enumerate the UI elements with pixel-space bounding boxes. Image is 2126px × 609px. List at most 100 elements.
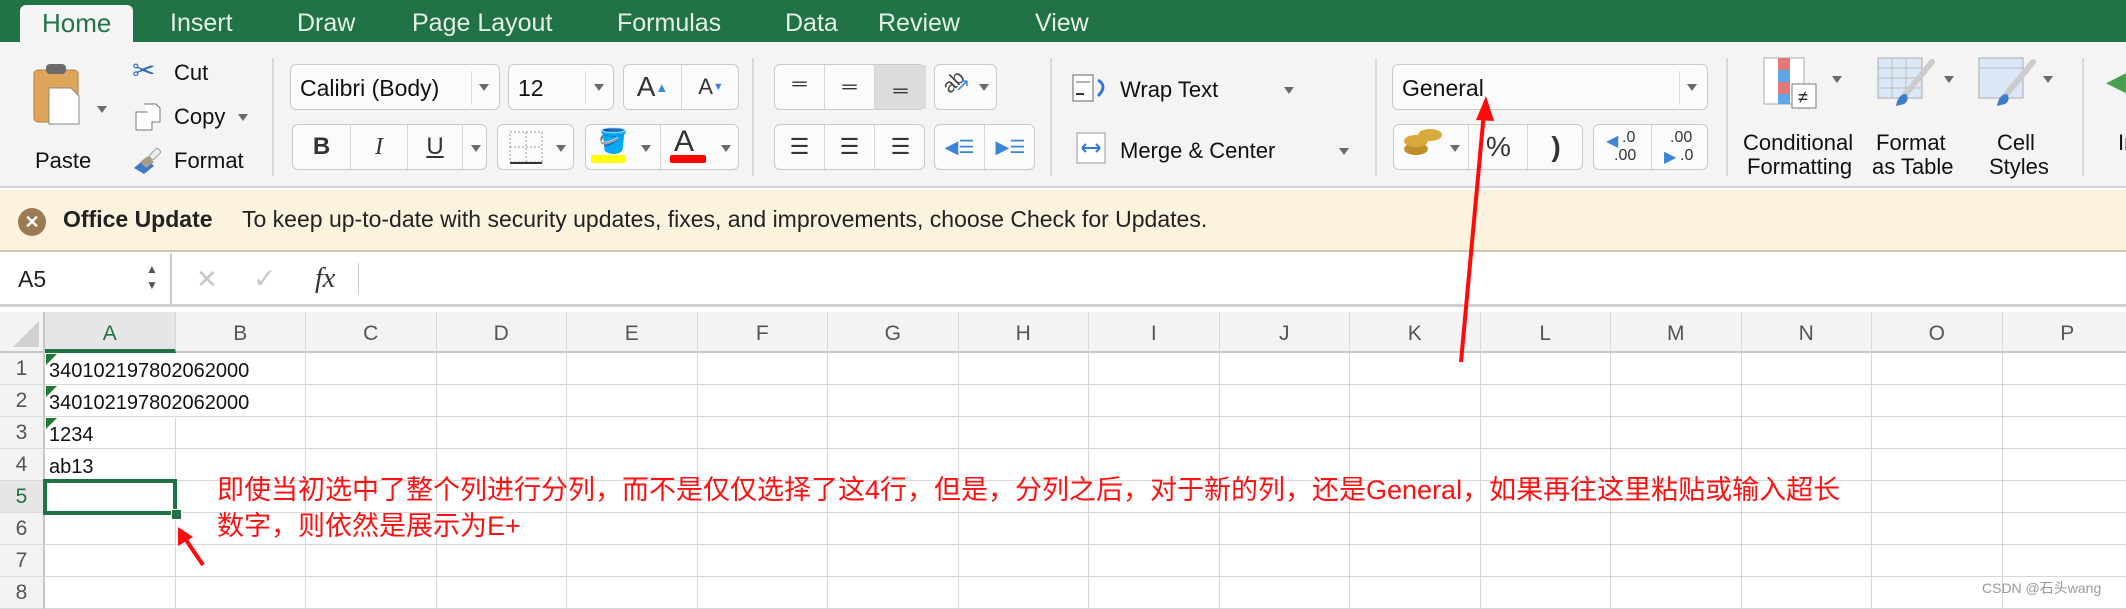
name-box-stepper-icon[interactable]: ▲▼ <box>146 261 158 293</box>
cell-h6[interactable] <box>959 513 1090 545</box>
cell-m6[interactable] <box>1611 513 1742 545</box>
cell-a1[interactable]: 340102197802062000 <box>45 353 176 385</box>
copy-button[interactable]: Copy <box>130 102 260 132</box>
cell-c2[interactable] <box>306 385 437 417</box>
cell-i6[interactable] <box>1089 513 1220 545</box>
cell-f2[interactable] <box>698 385 829 417</box>
text-number-warning-icon[interactable] <box>46 418 57 429</box>
cell-f7[interactable] <box>698 545 829 577</box>
column-header-m[interactable]: M <box>1611 312 1742 353</box>
percent-style-button[interactable]: % <box>1470 125 1528 169</box>
cell-e2[interactable] <box>567 385 698 417</box>
comma-style-button[interactable]: ) <box>1528 125 1584 169</box>
cell-p3[interactable] <box>2003 417 2126 449</box>
copy-dropdown-icon[interactable] <box>238 114 248 121</box>
align-left-button[interactable]: ☰ <box>775 125 825 169</box>
decrease-font-size-button[interactable]: A▼ <box>682 65 740 109</box>
row-header-2[interactable]: 2 <box>0 385 45 417</box>
cell-o5[interactable] <box>1872 481 2003 513</box>
cell-m1[interactable] <box>1611 353 1742 385</box>
cell-h2[interactable] <box>959 385 1090 417</box>
cell-l7[interactable] <box>1481 545 1612 577</box>
tab-draw[interactable]: Draw <box>297 0 355 42</box>
paste-button[interactable]: Paste <box>25 58 110 168</box>
font-size-select[interactable]: 12 <box>508 64 614 110</box>
column-header-f[interactable]: F <box>698 312 829 353</box>
cell-l6[interactable] <box>1481 513 1612 545</box>
cell-p2[interactable] <box>2003 385 2126 417</box>
cell-d2[interactable] <box>437 385 568 417</box>
cell-g8[interactable] <box>828 577 959 609</box>
row-header-6[interactable]: 6 <box>0 513 45 545</box>
cell-g1[interactable] <box>828 353 959 385</box>
column-header-c[interactable]: C <box>306 312 437 353</box>
cell-c3[interactable] <box>306 417 437 449</box>
cell-g7[interactable] <box>828 545 959 577</box>
cell-e3[interactable] <box>567 417 698 449</box>
tab-insert[interactable]: Insert <box>170 0 233 42</box>
cell-n6[interactable] <box>1742 513 1873 545</box>
insert-cells-button[interactable]: ◀ In <box>2100 52 2126 182</box>
cell-n1[interactable] <box>1742 353 1873 385</box>
cell-i3[interactable] <box>1089 417 1220 449</box>
column-header-j[interactable]: J <box>1220 312 1351 353</box>
cell-k1[interactable] <box>1350 353 1481 385</box>
cell-j3[interactable] <box>1220 417 1351 449</box>
decrease-indent-button[interactable]: ◀☰ <box>935 125 985 169</box>
cell-c8[interactable] <box>306 577 437 609</box>
tab-review[interactable]: Review <box>878 0 960 42</box>
cell-g3[interactable] <box>828 417 959 449</box>
cell-j8[interactable] <box>1220 577 1351 609</box>
cell-p6[interactable] <box>2003 513 2126 545</box>
cell-g6[interactable] <box>828 513 959 545</box>
underline-dropdown-icon[interactable] <box>471 145 481 152</box>
cell-i8[interactable] <box>1089 577 1220 609</box>
cell-o7[interactable] <box>1872 545 2003 577</box>
wrap-text-button[interactable]: Wrap Text <box>1072 72 1312 108</box>
cell-b8[interactable] <box>176 577 307 609</box>
cell-h1[interactable] <box>959 353 1090 385</box>
cell-l8[interactable] <box>1481 577 1612 609</box>
cell-e6[interactable] <box>567 513 698 545</box>
align-right-button[interactable]: ☰ <box>875 125 926 169</box>
column-header-g[interactable]: G <box>828 312 959 353</box>
cell-f3[interactable] <box>698 417 829 449</box>
tab-view[interactable]: View <box>1035 0 1089 42</box>
cell-g2[interactable] <box>828 385 959 417</box>
cancel-formula-icon[interactable]: ✕ <box>196 264 218 295</box>
font-name-select[interactable]: Calibri (Body) <box>290 64 500 110</box>
accounting-format-button[interactable] <box>1394 125 1469 169</box>
cell-k8[interactable] <box>1350 577 1481 609</box>
fill-color-button[interactable]: 🪣 <box>586 125 661 169</box>
format-as-table-button[interactable]: Format as Table <box>1872 52 1967 182</box>
cell-m3[interactable] <box>1611 417 1742 449</box>
cell-n2[interactable] <box>1742 385 1873 417</box>
cell-l3[interactable] <box>1481 417 1612 449</box>
tab-data[interactable]: Data <box>785 0 838 42</box>
tab-formulas[interactable]: Formulas <box>617 0 721 42</box>
cell-e1[interactable] <box>567 353 698 385</box>
cell-d3[interactable] <box>437 417 568 449</box>
cell-d7[interactable] <box>437 545 568 577</box>
formula-input[interactable] <box>370 257 2110 301</box>
cell-n7[interactable] <box>1742 545 1873 577</box>
row-header-5[interactable]: 5 <box>0 481 45 513</box>
cell-e8[interactable] <box>567 577 698 609</box>
cell-p5[interactable] <box>2003 481 2126 513</box>
row-header-8[interactable]: 8 <box>0 577 45 609</box>
enter-formula-icon[interactable]: ✓ <box>253 262 276 295</box>
cell-d1[interactable] <box>437 353 568 385</box>
increase-indent-button[interactable]: ▶☰ <box>985 125 1036 169</box>
column-header-p[interactable]: P <box>2003 312 2126 353</box>
cell-k6[interactable] <box>1350 513 1481 545</box>
tab-page-layout[interactable]: Page Layout <box>412 0 552 42</box>
merge-center-button[interactable]: Merge & Center <box>1072 132 1362 168</box>
orientation-button[interactable]: ab ↗ <box>934 64 997 110</box>
insert-function-icon[interactable]: fx <box>315 263 335 295</box>
cell-m8[interactable] <box>1611 577 1742 609</box>
cell-j7[interactable] <box>1220 545 1351 577</box>
column-header-i[interactable]: I <box>1089 312 1220 353</box>
cell-i1[interactable] <box>1089 353 1220 385</box>
middle-align-button[interactable]: ═ <box>825 65 875 109</box>
cell-a7[interactable] <box>45 545 176 577</box>
